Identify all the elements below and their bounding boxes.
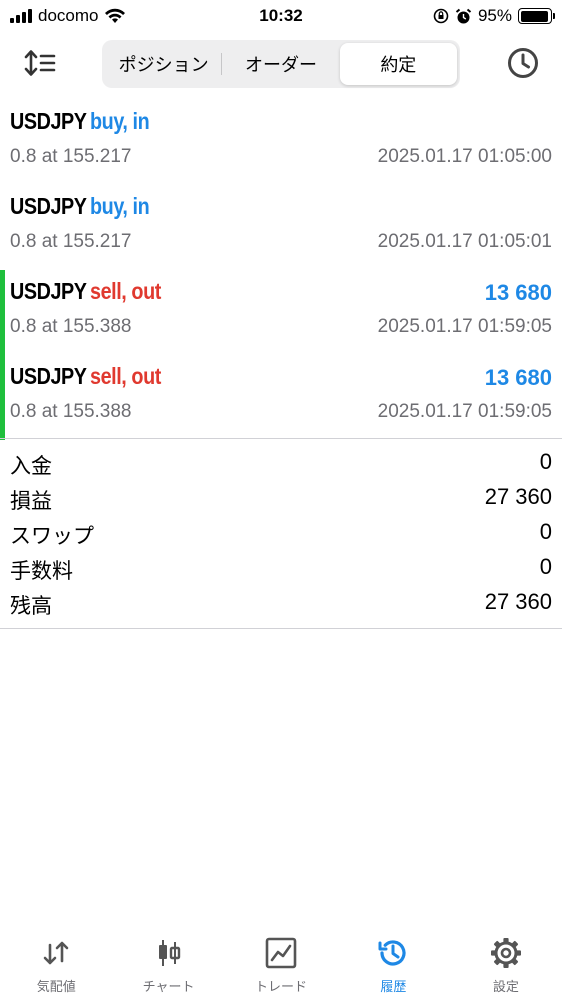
deal-title: USDJPY buy, in [10,108,150,135]
status-right: 95% [433,6,555,26]
deal-row[interactable]: USDJPY sell, out 13 680 0.8 at 155.388 20… [0,355,562,440]
deal-profit: 13 680 [484,280,552,305]
deal-side: buy, in [90,193,150,219]
tab-chart-label: チャート [142,979,195,994]
deal-symbol: USDJPY [10,363,87,389]
account-summary: 入金 0 損益 27 360 スワップ 0 手数料 0 残高 27 360 [0,445,562,620]
tab-positions[interactable]: ポジション [105,43,223,85]
summary-label: 手数料 [10,560,73,583]
summary-value: 27 360 [484,484,552,509]
battery-percent: 95% [477,6,512,25]
sort-icon[interactable] [22,48,60,78]
deal-symbol: USDJPY [10,193,87,219]
tab-settings-label: 設定 [492,979,519,994]
summary-value: 0 [539,554,552,579]
trade-chart-icon [265,937,297,969]
deal-side: sell, out [90,278,161,304]
summary-bottom-divider [0,628,562,629]
bottom-tab-bar: 気配値 チャート トレード 履歴 設定 [0,930,562,1000]
deal-time: 2025.01.17 01:05:01 [377,231,552,252]
deal-volume-price: 0.8 at 155.388 [10,401,132,422]
tab-orders-label: オーダー [244,55,317,75]
deal-symbol: USDJPY [10,278,87,304]
deal-side: sell, out [90,363,161,389]
deals-list: USDJPY buy, in 0.8 at 155.217 2025.01.17 … [0,100,562,440]
summary-label: スワップ [10,525,94,548]
tab-chart[interactable]: チャート [112,930,224,1000]
alarm-icon [455,8,472,23]
summary-row-deposit: 入金 0 [0,445,562,480]
toolbar: ポジション オーダー 約定 [0,38,562,90]
deal-row[interactable]: USDJPY buy, in 0.8 at 155.217 2025.01.17 … [0,100,562,185]
deal-side: buy, in [90,108,150,134]
deal-time: 2025.01.17 01:59:05 [377,316,552,337]
deal-row[interactable]: USDJPY sell, out 13 680 0.8 at 155.388 20… [0,270,562,355]
summary-value: 0 [539,519,552,544]
battery-icon [518,8,555,24]
history-segmented-control: ポジション オーダー 約定 [102,40,460,88]
summary-value: 0 [539,449,552,474]
clock-icon[interactable] [506,46,540,80]
history-clock-icon [378,940,406,966]
tab-settings[interactable]: 設定 [450,930,562,1000]
summary-value: 27 360 [484,589,552,614]
tab-quotes-label: 気配値 [36,979,76,994]
deal-row[interactable]: USDJPY buy, in 0.8 at 155.217 2025.01.17 … [0,185,562,270]
quotes-arrows-icon [43,941,69,965]
deal-time: 2025.01.17 01:59:05 [377,401,552,422]
summary-label: 残高 [10,595,52,618]
deal-volume-price: 0.8 at 155.217 [10,231,132,252]
tab-deals-label: 約定 [380,55,417,75]
deal-time: 2025.01.17 01:05:00 [377,146,552,167]
tab-deals[interactable]: 約定 [339,43,457,85]
orientation-lock-icon [433,8,449,24]
summary-label: 損益 [10,490,52,513]
summary-top-divider [0,438,562,439]
summary-row-swap: スワップ 0 [0,515,562,550]
summary-row-commission: 手数料 0 [0,550,562,585]
tab-history-label: 履歴 [380,979,407,994]
deal-volume-price: 0.8 at 155.388 [10,316,132,337]
summary-row-balance: 残高 27 360 [0,585,562,620]
settings-gear-icon [490,938,521,968]
tab-orders[interactable]: オーダー [222,43,339,85]
tab-history[interactable]: 履歴 [337,930,449,1000]
deal-title: USDJPY buy, in [10,193,150,220]
deal-title: USDJPY sell, out [10,363,161,390]
candlestick-chart-icon [158,940,180,966]
tab-trade[interactable]: トレード [225,930,337,1000]
deal-symbol: USDJPY [10,108,87,134]
deal-volume-price: 0.8 at 155.217 [10,146,132,167]
status-bar: docomo 10:32 95% [0,0,562,32]
tab-positions-label: ポジション [118,55,209,75]
tab-trade-label: トレード [255,979,308,994]
deal-title: USDJPY sell, out [10,278,161,305]
tab-quotes[interactable]: 気配値 [0,930,112,1000]
summary-label: 入金 [10,455,52,478]
summary-row-profit: 損益 27 360 [0,480,562,515]
deal-profit: 13 680 [484,365,552,390]
